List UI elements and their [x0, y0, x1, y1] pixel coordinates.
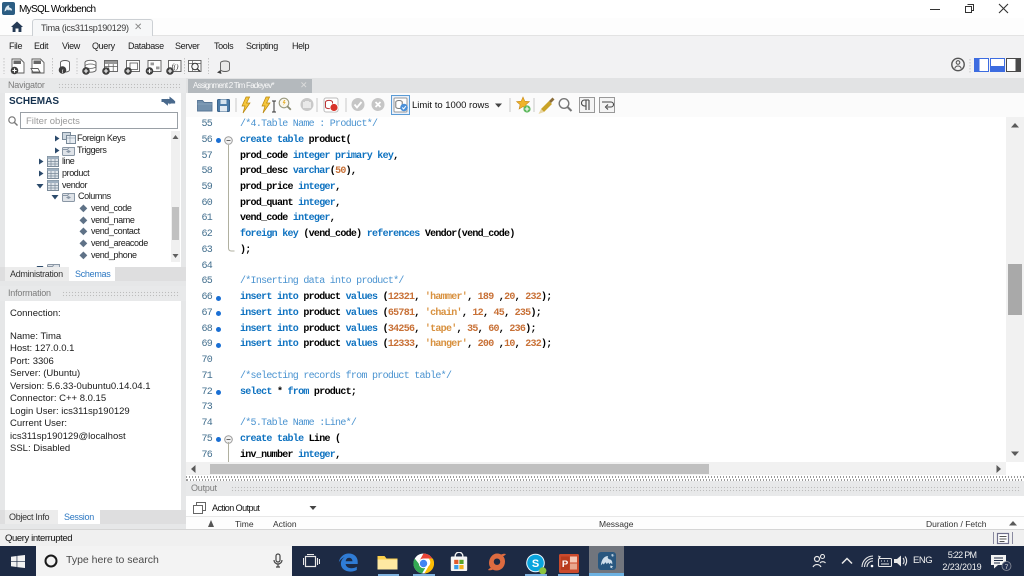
svg-text:P: P	[562, 559, 569, 570]
svg-text:S: S	[532, 558, 539, 570]
svg-text:7: 7	[1005, 564, 1009, 571]
svg-text:i: i	[62, 68, 64, 75]
